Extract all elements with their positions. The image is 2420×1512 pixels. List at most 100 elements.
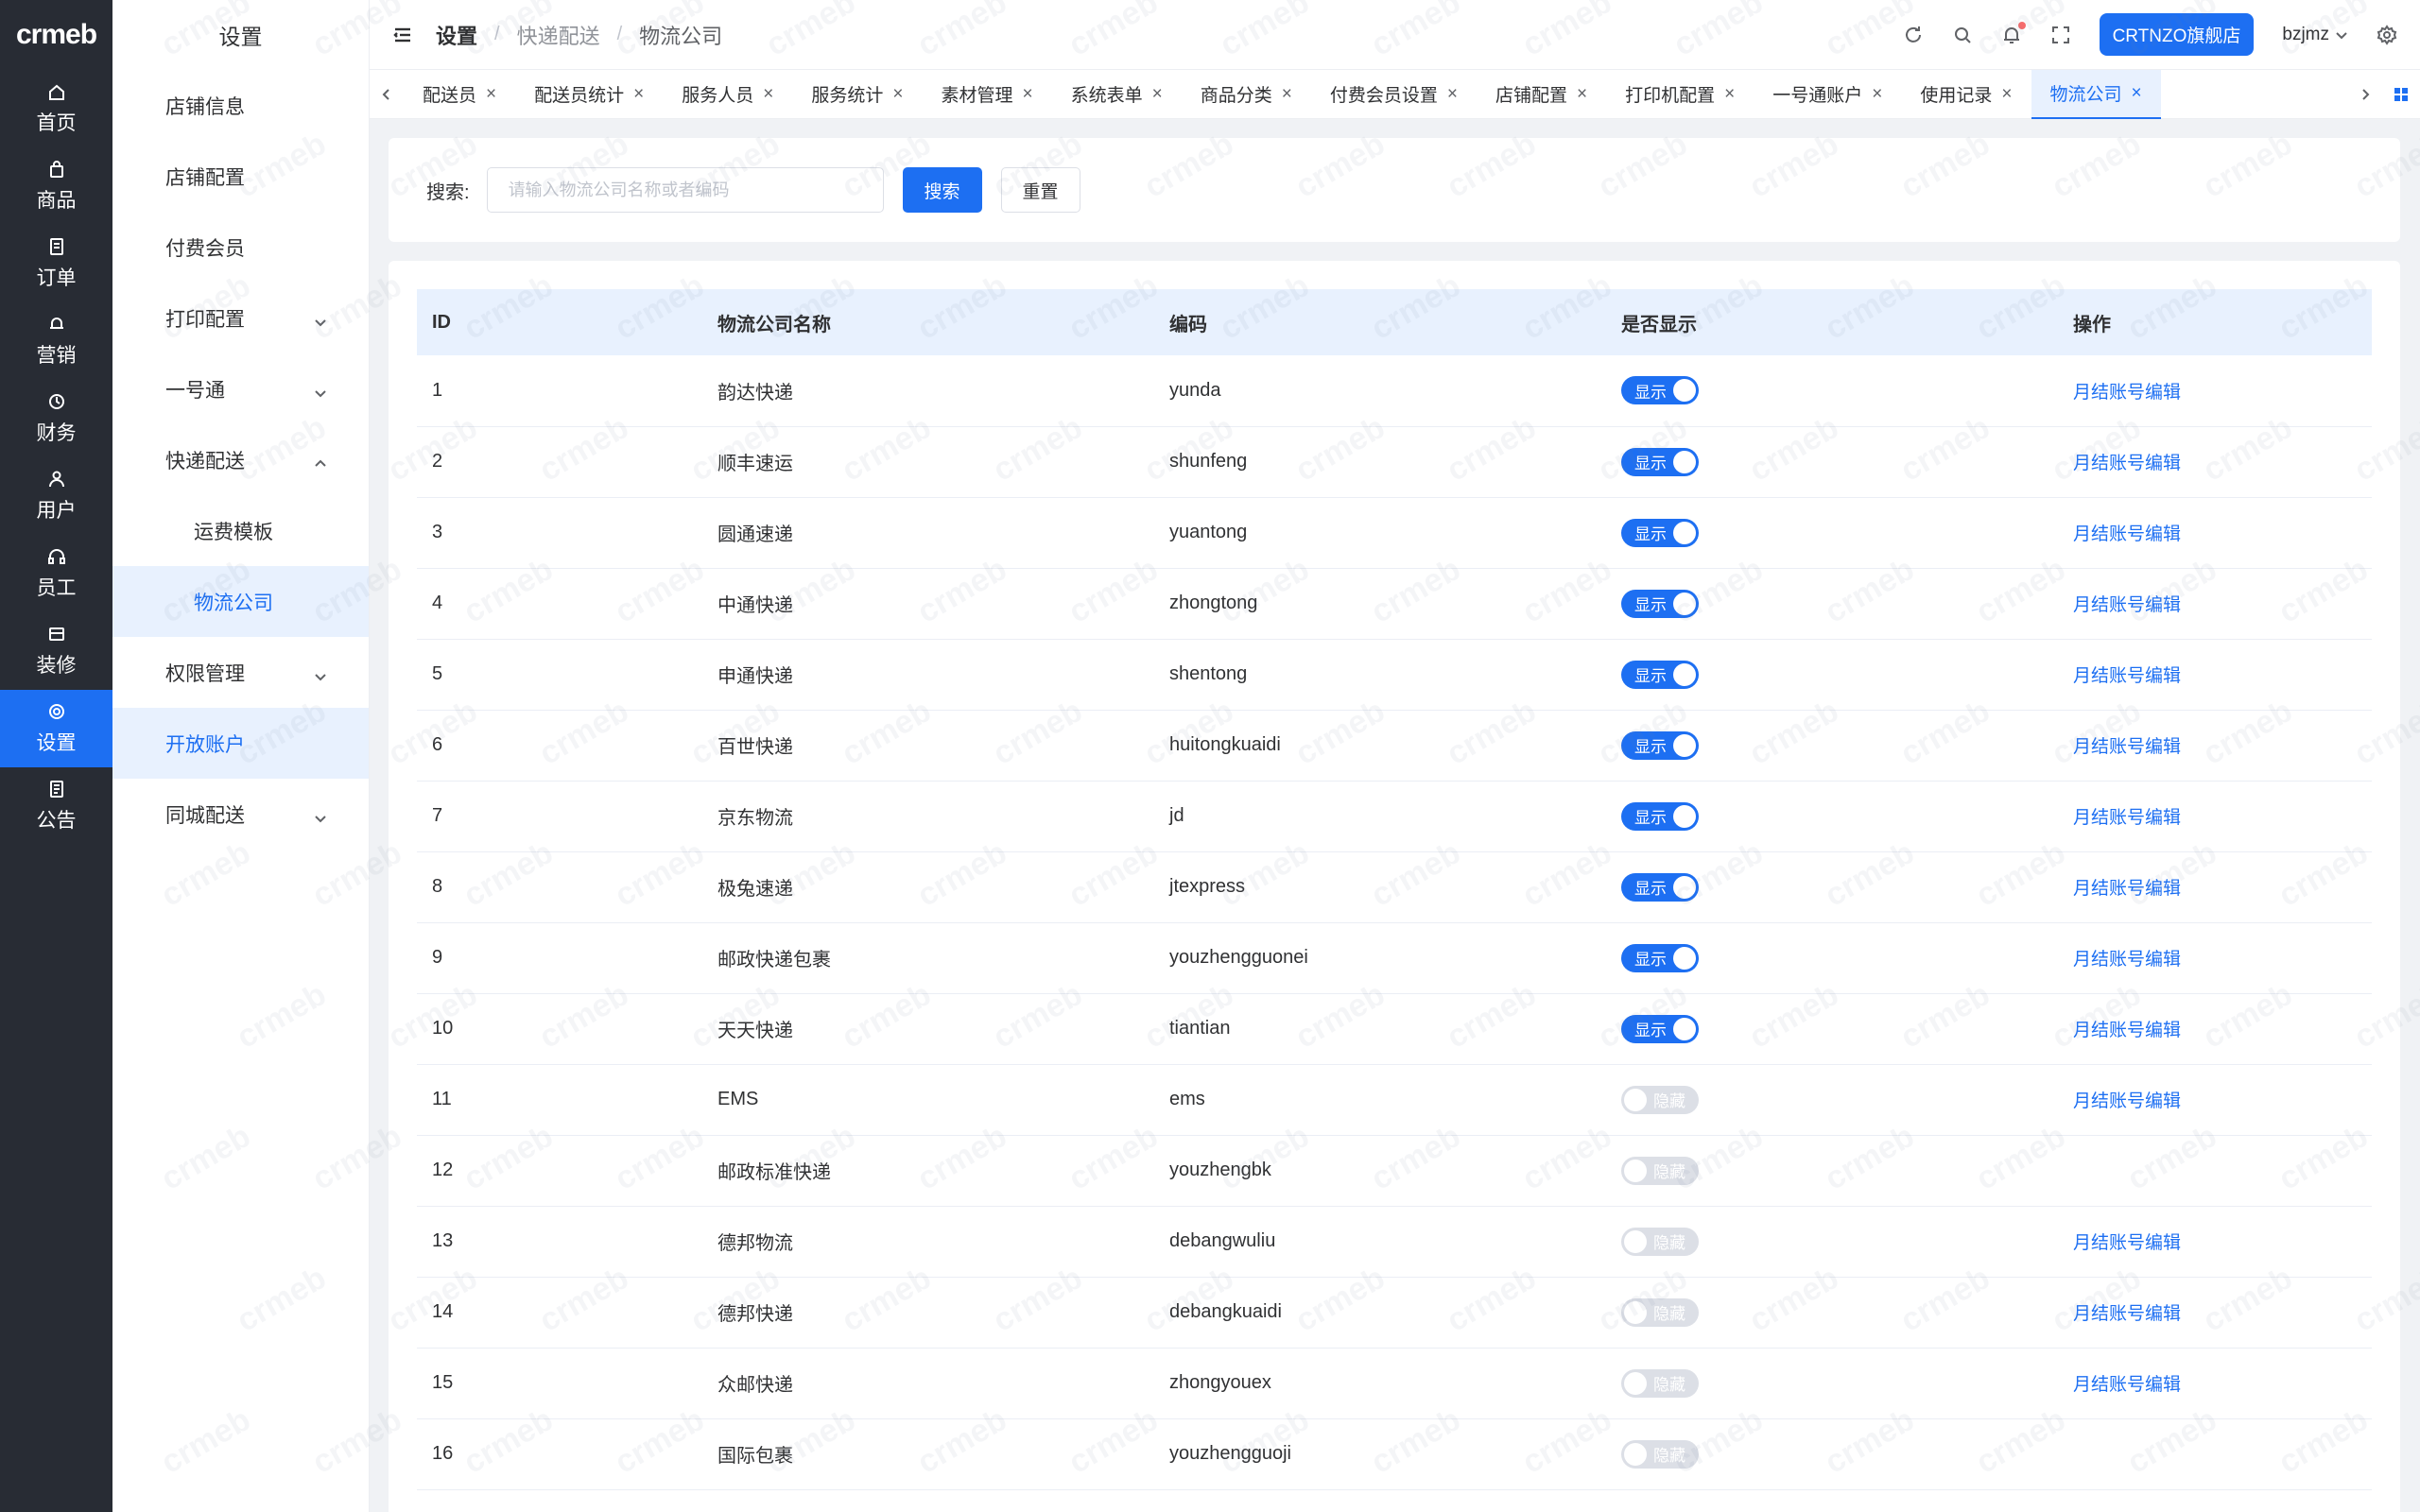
rail-item-user[interactable]: 用户 [0, 457, 112, 535]
close-icon[interactable]: × [1577, 84, 1587, 105]
store-switch-button[interactable]: CRTNZO旗舰店 [2099, 13, 2255, 56]
close-icon[interactable]: × [633, 84, 644, 105]
toggle-knob [1673, 946, 1696, 970]
menu-collapse-icon[interactable] [392, 25, 413, 45]
submenu-item-store-config[interactable]: 店铺配置 [112, 141, 369, 212]
show-toggle[interactable]: 隐藏 [1621, 1227, 1699, 1256]
reset-button[interactable]: 重置 [1000, 167, 1080, 213]
edit-monthly-account-link[interactable]: 月结账号编辑 [2073, 950, 2181, 970]
show-toggle[interactable]: 隐藏 [1621, 1368, 1699, 1398]
col-header-code: 编码 [1169, 314, 1207, 335]
page-tab[interactable]: 打印机配置 × [1606, 70, 1754, 119]
gear-icon[interactable] [2377, 24, 2397, 45]
toggle-knob [1624, 1371, 1647, 1395]
edit-monthly-account-link[interactable]: 月结账号编辑 [2073, 454, 2181, 473]
show-toggle[interactable]: 显示 [1621, 730, 1699, 760]
show-toggle[interactable]: 显示 [1621, 518, 1699, 547]
show-toggle[interactable]: 隐藏 [1621, 1085, 1699, 1114]
edit-monthly-account-link[interactable]: 月结账号编辑 [2073, 808, 2181, 828]
rail-item-notice[interactable]: 公告 [0, 767, 112, 845]
toggle-knob [1673, 592, 1696, 615]
submenu-item-print-config[interactable]: 打印配置 [112, 283, 369, 353]
edit-monthly-account-link[interactable]: 月结账号编辑 [2073, 595, 2181, 615]
show-toggle[interactable]: 显示 [1621, 660, 1699, 689]
rail-item-home[interactable]: 首页 [0, 70, 112, 147]
close-icon[interactable]: × [486, 84, 496, 105]
page-tab[interactable]: 店铺配置 × [1477, 70, 1606, 119]
edit-monthly-account-link[interactable]: 月结账号编辑 [2073, 1021, 2181, 1040]
edit-monthly-account-link[interactable]: 月结账号编辑 [2073, 737, 2181, 757]
page-tab[interactable]: 系统表单 × [1052, 70, 1182, 119]
edit-monthly-account-link[interactable]: 月结账号编辑 [2073, 1091, 2181, 1111]
submenu-item-store-info[interactable]: 店铺信息 [112, 70, 369, 141]
notification-bell-icon[interactable] [2001, 21, 2026, 45]
submenu-item-logistics-company[interactable]: 物流公司 [112, 566, 369, 637]
search-button[interactable]: 搜索 [902, 167, 982, 213]
close-icon[interactable]: × [763, 84, 773, 105]
user-menu[interactable]: bzjmz [2282, 25, 2348, 45]
show-toggle[interactable]: 显示 [1621, 589, 1699, 618]
search-icon[interactable] [1952, 25, 1973, 45]
edit-monthly-account-link[interactable]: 月结账号编辑 [2073, 666, 2181, 686]
edit-monthly-account-link[interactable]: 月结账号编辑 [2073, 879, 2181, 899]
page-tab[interactable]: 物流公司 × [2031, 69, 2161, 119]
close-icon[interactable]: × [2001, 84, 2012, 105]
rail-item-headset[interactable]: 员工 [0, 535, 112, 612]
show-toggle[interactable]: 隐藏 [1621, 1297, 1699, 1327]
submenu-item-permissions[interactable]: 权限管理 [112, 637, 369, 708]
edit-monthly-account-link[interactable]: 月结账号编辑 [2073, 383, 2181, 403]
submenu-item-paid-member[interactable]: 付费会员 [112, 212, 369, 283]
submenu-item-open-account[interactable]: 开放账户 [112, 708, 369, 779]
rail-item-bell[interactable]: 营销 [0, 302, 112, 380]
chevron-down-icon [314, 666, 327, 680]
show-toggle[interactable]: 显示 [1621, 376, 1699, 405]
show-toggle[interactable]: 显示 [1621, 872, 1699, 902]
page-tab[interactable]: 服务统计 × [792, 70, 922, 119]
search-input[interactable] [486, 167, 884, 213]
show-toggle[interactable]: 显示 [1621, 1014, 1699, 1043]
edit-monthly-account-link[interactable]: 月结账号编辑 [2073, 1233, 2181, 1253]
close-icon[interactable]: × [2132, 83, 2142, 104]
show-toggle[interactable]: 隐藏 [1621, 1156, 1699, 1185]
rail-item-decorate[interactable]: 装修 [0, 612, 112, 690]
table-row: 5 申通快递 shentong 显示 月结账号编辑 [417, 639, 2372, 711]
submenu-item-freight-template[interactable]: 运费模板 [112, 495, 369, 566]
submenu-item-express[interactable]: 快递配送 [112, 424, 369, 495]
close-icon[interactable]: × [1282, 84, 1292, 105]
show-toggle[interactable]: 显示 [1621, 943, 1699, 972]
close-icon[interactable]: × [1152, 84, 1163, 105]
rail-item-gear[interactable]: 设置 [0, 690, 112, 767]
tabs-scroll-left-icon[interactable] [370, 88, 404, 101]
page-tab[interactable]: 一号通账户 × [1754, 70, 1901, 119]
close-icon[interactable]: × [892, 84, 903, 105]
edit-monthly-account-link[interactable]: 月结账号编辑 [2073, 524, 2181, 544]
show-toggle[interactable]: 显示 [1621, 801, 1699, 831]
show-toggle[interactable]: 隐藏 [1621, 1439, 1699, 1469]
submenu-item-local-delivery[interactable]: 同城配送 [112, 779, 369, 850]
tabs-scroll-right-icon[interactable] [2348, 88, 2382, 101]
breadcrumb-settings[interactable]: 设置 [436, 20, 477, 50]
crmeb-logo[interactable]: crmeb [0, 0, 112, 70]
page-tab[interactable]: 配送员 × [404, 70, 515, 119]
rail-item-bag[interactable]: 商品 [0, 147, 112, 225]
show-toggle[interactable]: 显示 [1621, 447, 1699, 476]
close-icon[interactable]: × [1872, 84, 1882, 105]
close-icon[interactable]: × [1724, 84, 1735, 105]
grid-menu-icon[interactable] [2382, 87, 2420, 102]
edit-monthly-account-link[interactable]: 月结账号编辑 [2073, 1375, 2181, 1395]
page-tab[interactable]: 商品分类 × [1182, 70, 1311, 119]
page-tab[interactable]: 使用记录 × [1901, 70, 2031, 119]
page-tab[interactable]: 配送员统计 × [515, 70, 663, 119]
page-tab[interactable]: 素材管理 × [923, 70, 1052, 119]
submenu-item-yihaotong[interactable]: 一号通 [112, 353, 369, 424]
close-icon[interactable]: × [1447, 84, 1458, 105]
rail-item-finance[interactable]: 财务 [0, 380, 112, 457]
close-icon[interactable]: × [1023, 84, 1033, 105]
edit-monthly-account-link[interactable]: 月结账号编辑 [2073, 1304, 2181, 1324]
refresh-icon[interactable] [1903, 25, 1924, 45]
breadcrumb-express[interactable]: 快递配送 [517, 20, 600, 50]
fullscreen-icon[interactable] [2050, 25, 2071, 45]
page-tab[interactable]: 付费会员设置 × [1311, 70, 1477, 119]
rail-item-order[interactable]: 订单 [0, 225, 112, 302]
page-tab[interactable]: 服务人员 × [663, 70, 792, 119]
